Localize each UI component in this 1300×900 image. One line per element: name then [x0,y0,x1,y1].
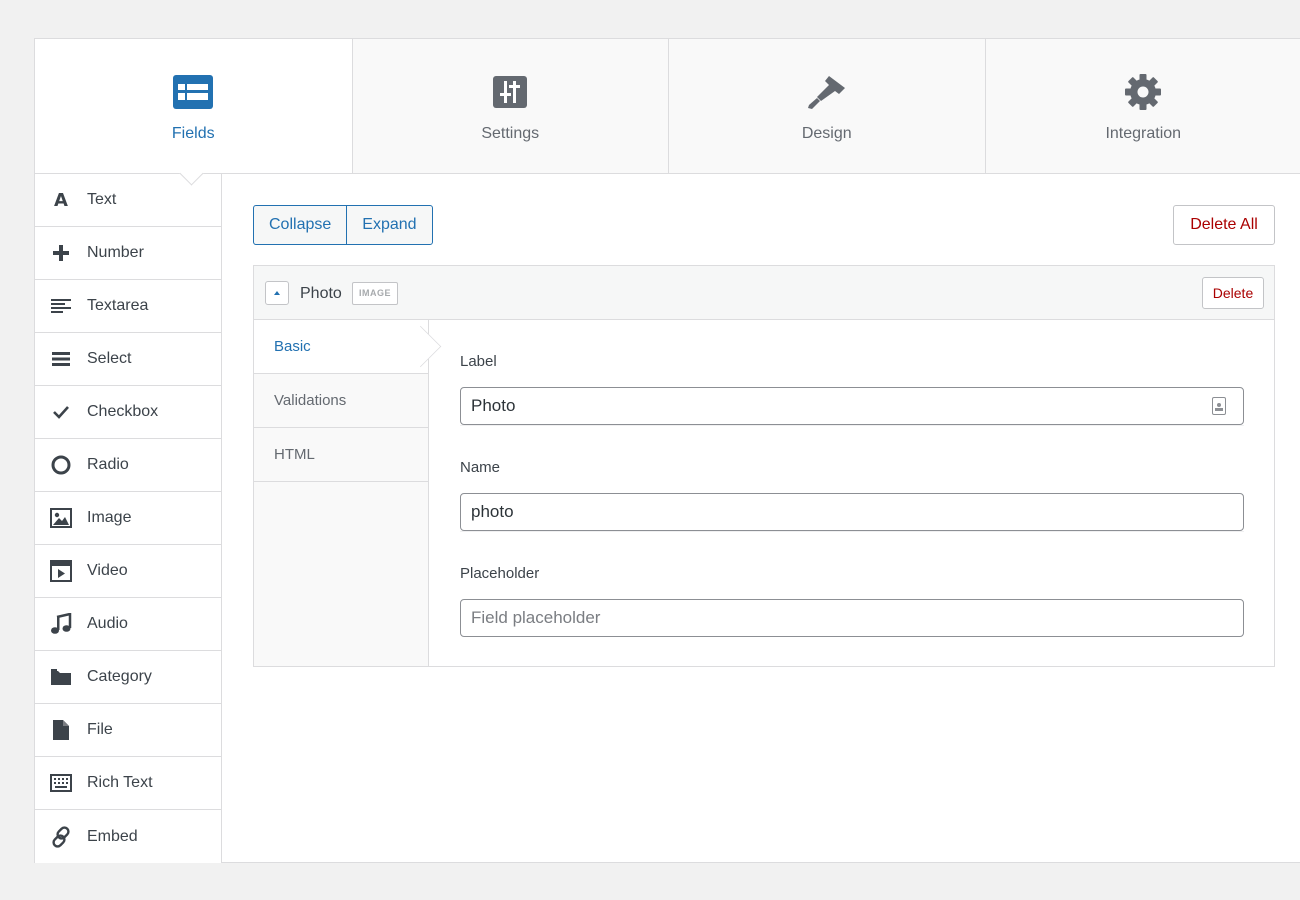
textarea-icon [50,295,72,317]
image-icon [50,507,72,529]
sidebar-item-label: Select [87,350,132,367]
sidebar-item-rich-text[interactable]: Rich Text [35,757,221,810]
expand-button[interactable]: Expand [346,206,431,244]
placeholder-input[interactable] [460,599,1244,637]
sidebar-item-label: Text [87,191,117,208]
checkmark-icon [50,401,72,423]
text-icon: A [54,189,68,211]
subtab-html[interactable]: HTML [254,428,428,482]
name-field-title: Name [460,459,501,476]
sidebar-item-label: Audio [87,615,128,632]
sidebar-item-file[interactable]: File [35,704,221,757]
field-type-badge: IMAGE [352,282,399,305]
tab-settings[interactable]: Settings [351,39,668,173]
tab-design[interactable]: Design [668,39,985,173]
field-subtabs: Basic Validations HTML [254,320,429,666]
paintbrush-icon [807,72,847,112]
link-icon [50,825,72,848]
sidebar-item-audio[interactable]: Audio [35,598,221,651]
sidebar-item-video[interactable]: Video [35,545,221,598]
sidebar-item-embed[interactable]: Embed [35,810,221,863]
field-card: Photo IMAGE Delete Basic Validations HTM… [253,265,1275,667]
music-note-icon [50,613,72,635]
caret-up-icon [274,291,280,295]
keyboard-icon [50,772,72,794]
video-icon [50,560,72,582]
sidebar-item-radio[interactable]: Radio [35,439,221,492]
tab-fields-label: Fields [171,125,215,142]
tab-settings-label: Settings [481,125,540,142]
sliders-icon [490,72,530,112]
field-title: Photo [300,285,342,302]
fields-icon [173,72,214,112]
name-row: Name [460,426,1244,532]
delete-all-button[interactable]: Delete All [1173,205,1275,245]
subtab-basic[interactable]: Basic [254,320,428,374]
radio-icon [50,454,72,476]
tab-design-label: Design [801,125,852,142]
sidebar-item-label: Radio [87,456,129,473]
sidebar-item-category[interactable]: Category [35,651,221,704]
sidebar-item-label: Number [87,244,144,261]
subtab-validations[interactable]: Validations [254,374,428,428]
tab-integration-label: Integration [1105,125,1182,142]
sidebar-item-label: Textarea [87,297,149,314]
folder-icon [50,666,72,688]
placeholder-field-title: Placeholder [460,565,540,582]
sidebar-item-label: Checkbox [87,403,159,420]
label-row: Label [460,320,1244,426]
basic-settings-form: Label Name Placeholder [460,320,1244,638]
sidebar-item-checkbox[interactable]: Checkbox [35,386,221,439]
file-icon [50,719,72,741]
field-types-sidebar: A Text Number Textarea Select Checkbox R… [35,174,222,863]
sidebar-item-label: Category [87,668,152,685]
list-icon [50,348,72,370]
delete-field-button[interactable]: Delete [1202,277,1264,309]
collapse-button[interactable]: Collapse [254,206,346,244]
sidebar-item-label: Embed [87,827,138,845]
label-field-title: Label [460,353,497,370]
gear-icon [1123,72,1163,112]
plus-icon [50,242,72,264]
sidebar-item-image[interactable]: Image [35,492,221,545]
sidebar-item-textarea[interactable]: Textarea [35,280,221,333]
editor-frame: Fields Settings Design Integration A Tex… [34,38,1300,863]
label-input[interactable] [460,387,1244,425]
sidebar-item-label: Video [87,562,128,579]
sidebar-item-number[interactable]: Number [35,227,221,280]
top-tabs: Fields Settings Design Integration [35,39,1300,174]
tab-integration[interactable]: Integration [984,39,1300,173]
name-input[interactable] [460,493,1244,531]
collapse-expand-group: Collapse Expand [253,205,433,245]
collapse-field-toggle[interactable] [265,281,289,305]
field-card-header: Photo IMAGE Delete [254,266,1274,320]
sidebar-item-select[interactable]: Select [35,333,221,386]
sidebar-item-label: Rich Text [87,774,153,791]
sidebar-item-label: File [87,721,113,738]
sidebar-item-label: Image [87,509,132,526]
contact-card-icon[interactable] [1212,397,1226,415]
tab-fields[interactable]: Fields [35,39,352,173]
placeholder-row: Placeholder [460,532,1244,638]
